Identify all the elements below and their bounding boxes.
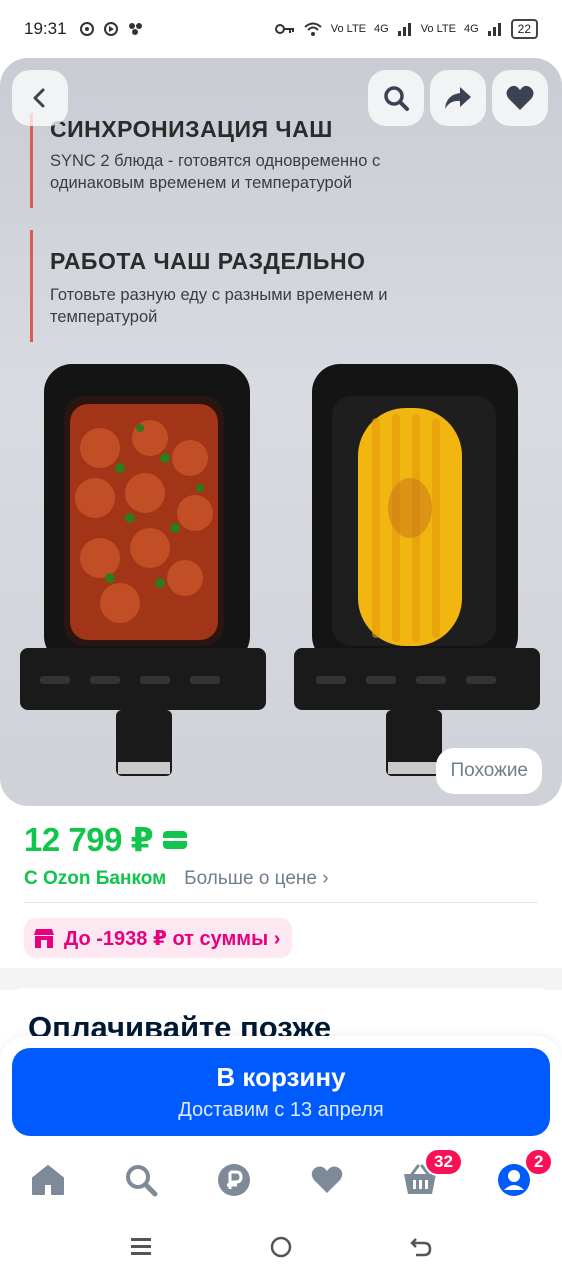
share-button[interactable] [430, 70, 486, 126]
air-fryer-baskets-illustration [20, 364, 540, 776]
promo-badge[interactable]: До -1938 ₽ от суммы › [24, 918, 293, 958]
price-row: 12 799 ₽ [24, 820, 188, 859]
search-icon [126, 1165, 158, 1197]
nav-payments[interactable] [214, 1160, 254, 1200]
back-button[interactable] [12, 70, 68, 126]
key-icon [274, 24, 294, 34]
heart-icon [311, 1166, 343, 1193]
network-label-1: Vo LTE [330, 23, 366, 35]
nav-search[interactable] [121, 1160, 161, 1200]
signal-icon [397, 23, 411, 36]
price-details: С Ozon Банком Больше о цене › [24, 868, 329, 890]
profile-badge: 2 [524, 1148, 554, 1176]
back-system-button[interactable] [404, 1230, 438, 1264]
battery-indicator: 22 [510, 19, 538, 39]
network-label-4: 4G [463, 23, 479, 35]
recent-apps-button[interactable] [124, 1230, 158, 1264]
status-time: 19:31 [24, 19, 67, 38]
price-value: 12 799 ₽ [24, 821, 154, 858]
dots-icon [128, 23, 142, 35]
home-button[interactable] [264, 1230, 298, 1264]
sync-heading: СИНХРОНИЗАЦИЯ ЧАШ [50, 116, 333, 142]
system-icons: Vo LTE 4G Vo LTE 4G 22 [274, 19, 538, 39]
shop-icon [34, 929, 54, 948]
sync-text: SYNC 2 блюда - готовятся одновременно с … [50, 152, 381, 192]
accent-line [30, 113, 33, 208]
share-icon [445, 87, 471, 109]
wifi-icon [304, 22, 322, 36]
product-image[interactable]: СИНХРОНИЗАЦИЯ ЧАШ SYNC 2 блюда - готовят… [0, 58, 562, 806]
favorite-button[interactable] [492, 70, 548, 126]
at-sign-icon [79, 22, 94, 36]
home-icon [32, 1165, 64, 1195]
accent-line [30, 230, 33, 342]
ozon-bank-label[interactable]: С Ozon Банком [24, 868, 166, 890]
circle-icon [270, 1236, 292, 1258]
network-label-2: 4G [374, 23, 389, 35]
nav-favorites[interactable] [307, 1160, 347, 1200]
cart-badge: 32 [424, 1148, 463, 1176]
nav-home[interactable] [28, 1160, 68, 1200]
bottom-navigation: 32 2 [0, 1146, 562, 1216]
status-bar: 19:31 Vo LTE 4G Vo LTE 4G 22 [0, 0, 562, 58]
more-about-price-link[interactable]: Больше о цене › [184, 868, 328, 890]
menu-icon [131, 1238, 151, 1255]
add-to-cart-label: В корзину [216, 1062, 346, 1092]
ruble-icon [218, 1164, 250, 1196]
cart-bar: В корзину Доставим с 13 апреля [0, 1036, 562, 1146]
card-icon [163, 830, 188, 849]
add-to-cart-button[interactable]: В корзину Доставим с 13 апреля [12, 1048, 550, 1136]
signal-icon [487, 23, 501, 36]
heart-icon [506, 85, 534, 110]
section-gap [0, 968, 562, 990]
system-navigation-bar [0, 1216, 562, 1280]
search-button[interactable] [368, 70, 424, 126]
similar-button[interactable]: Похожие [436, 748, 542, 794]
divider [24, 902, 538, 903]
network-label-3: Vo LTE [420, 23, 456, 35]
back-arrow-icon [410, 1238, 432, 1257]
app-icon [103, 22, 118, 36]
separate-heading: РАБОТА ЧАШ РАЗДЕЛЬНО [50, 248, 366, 274]
search-icon [384, 86, 409, 111]
promo-label: До -1938 ₽ от суммы › [64, 927, 281, 950]
delivery-date-label: Доставим с 13 апреля [178, 1099, 384, 1121]
separate-text: Готовьте разную еду с разными временем и… [50, 286, 388, 326]
chevron-left-icon [33, 88, 45, 108]
notification-icons [79, 21, 145, 37]
